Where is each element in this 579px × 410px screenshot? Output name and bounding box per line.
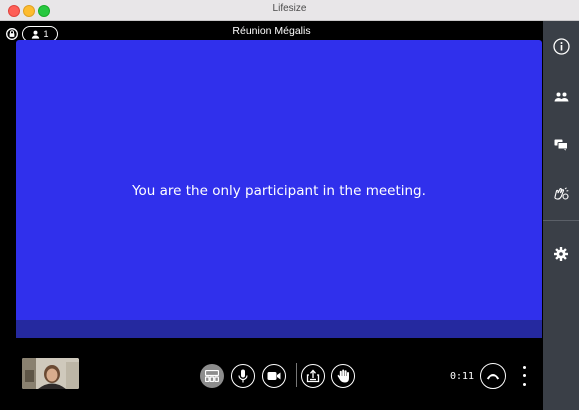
self-view-video[interactable] (22, 358, 79, 389)
reactions-icon (554, 187, 569, 200)
video-stage: You are the only participant in the meet… (16, 40, 542, 338)
only-participant-message: You are the only participant in the meet… (132, 183, 426, 199)
microphone-icon (238, 369, 248, 383)
more-options-dot (522, 383, 526, 387)
layout-icon (205, 370, 219, 382)
sidebar-divider (543, 220, 579, 221)
info-button[interactable] (543, 31, 579, 61)
chat-icon (554, 139, 568, 151)
call-timer: 0:11 (450, 371, 475, 382)
reactions-button[interactable] (543, 179, 579, 209)
layout-button[interactable] (200, 364, 224, 388)
chat-button[interactable] (543, 130, 579, 160)
hang-up-button[interactable] (480, 363, 506, 389)
share-screen-icon (306, 369, 320, 383)
more-options-button[interactable] (517, 363, 531, 389)
settings-button[interactable] (543, 239, 579, 269)
participants-icon (554, 92, 568, 102)
camera-button[interactable] (262, 364, 286, 388)
window-titlebar: Lifesize (0, 0, 579, 21)
controls-divider (296, 363, 297, 387)
camera-icon (267, 372, 281, 380)
raise-hand-icon (337, 369, 349, 383)
self-view-image (22, 358, 79, 389)
share-screen-button[interactable] (301, 364, 325, 388)
more-options-dot (522, 365, 526, 369)
hang-up-icon (486, 374, 500, 380)
microphone-button[interactable] (231, 364, 255, 388)
more-options-dot (522, 374, 526, 378)
stage-bottom-strip (16, 320, 542, 338)
right-sidebar (543, 21, 579, 410)
raise-hand-button[interactable] (331, 364, 355, 388)
participants-button[interactable] (543, 82, 579, 112)
meeting-title: Réunion Mégalis (232, 25, 311, 37)
window-title: Lifesize (272, 3, 307, 14)
gear-icon (554, 247, 568, 261)
info-icon (552, 37, 570, 55)
